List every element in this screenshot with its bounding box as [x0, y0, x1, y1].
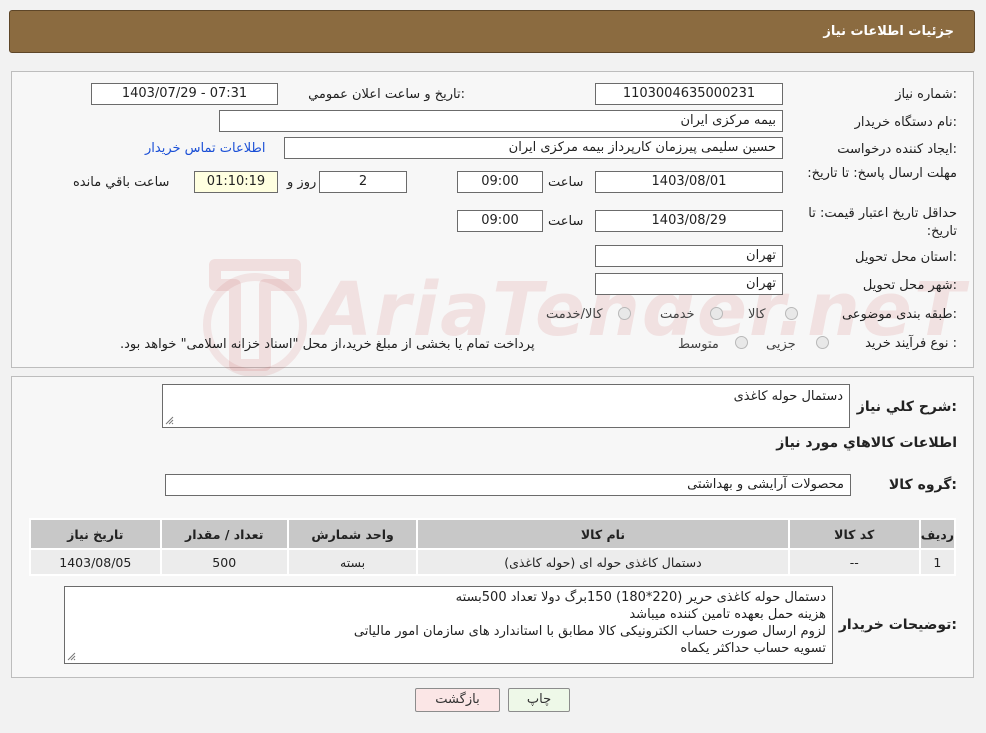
col-unit: واحد شمارش	[286, 518, 419, 550]
province-label: استان محل تحویل:	[855, 250, 957, 265]
reply-time-label: ساعت	[548, 175, 584, 190]
reply-date-field: 1403/08/01	[595, 171, 783, 193]
process-label: نوع فرآیند خرید :	[865, 336, 957, 351]
city-label: شهر محل تحویل:	[862, 278, 957, 293]
cell-name: دستمال کاغذی حوله ای (حوله کاغذی)	[416, 548, 790, 576]
resize-grip-icon[interactable]	[165, 416, 174, 425]
buyer-notes-label: توضیحات خریدار:	[838, 617, 957, 633]
city-field: تهران	[595, 273, 783, 295]
requester-label: ایجاد کننده درخواست:	[837, 142, 957, 157]
need-number-label: شماره نیاز:	[895, 87, 957, 102]
watermark-logo-icon	[203, 259, 307, 377]
validity-time-label: ساعت	[548, 214, 584, 229]
process-option-medium: متوسط	[678, 337, 719, 352]
table-row: 1 -- دستمال کاغذی حوله ای (حوله کاغذی) ب…	[29, 548, 957, 576]
category-option-goods-service: کالا/خدمت	[546, 307, 603, 322]
page-title: جزئیات اطلاعات نیاز	[823, 24, 954, 39]
col-date: تاریخ نیاز	[29, 518, 162, 550]
buyer-notes-textarea[interactable]: دستمال حوله کاغذی حریر (220*180) 150برگ …	[64, 586, 833, 664]
summary-text: دستمال حوله کاغذی	[733, 389, 843, 404]
back-button[interactable]: بازگشت	[415, 688, 500, 712]
goods-group-field: محصولات آرایشی و بهداشتی	[165, 474, 851, 496]
reply-days-label: روز و	[287, 175, 317, 190]
category-option-goods: کالا	[748, 307, 766, 322]
requester-field: حسین سلیمی پیرزمان کارپرداز بیمه مرکزی ا…	[284, 137, 783, 159]
process-option-minor: جزیی	[766, 337, 796, 352]
buyer-org-label: نام دستگاه خریدار:	[854, 115, 957, 130]
page-header: جزئیات اطلاعات نیاز	[9, 10, 975, 53]
reply-time-field: 09:00	[457, 171, 543, 193]
process-note: پرداخت تمام یا بخشی از مبلغ خرید،از محل …	[120, 337, 535, 352]
col-quantity: تعداد / مقدار	[159, 518, 289, 550]
print-button[interactable]: چاپ	[508, 688, 570, 712]
validity-date-field: 1403/08/29	[595, 210, 783, 232]
process-radio-medium[interactable]	[735, 336, 748, 349]
resize-grip-icon[interactable]	[67, 652, 76, 661]
goods-info-title: اطلاعات کالاهاي مورد نیاز	[776, 435, 957, 451]
validity-time-field: 09:00	[457, 210, 543, 232]
buyer-contact-link[interactable]: اطلاعات تماس خریدار	[145, 141, 265, 156]
buyer-org-field: بیمه مرکزی ایران	[219, 110, 783, 132]
process-radio-minor[interactable]	[816, 336, 829, 349]
cell-code: --	[787, 548, 921, 576]
table-header-row: ردیف کد کالا نام کالا واحد شمارش تعداد /…	[29, 518, 957, 550]
buyer-note-line: هزینه حمل بعهده تامین کننده میباشد	[629, 607, 826, 622]
summary-textarea[interactable]: دستمال حوله کاغذی	[162, 384, 850, 428]
cell-date: 1403/08/05	[29, 548, 162, 576]
col-row: ردیف	[918, 518, 957, 550]
reply-deadline-label: مهلت ارسال پاسخ: تا تاریخ:	[807, 166, 957, 181]
cell-quantity: 500	[159, 548, 289, 576]
category-label: طبقه بندی موضوعی:	[841, 307, 957, 322]
reply-remaining-label: ساعت باقي مانده	[73, 175, 170, 190]
category-radio-service[interactable]	[710, 307, 723, 320]
cell-unit: بسته	[286, 548, 419, 576]
buyer-note-line: دستمال حوله کاغذی حریر (220*180) 150برگ …	[455, 590, 826, 605]
buyer-note-line: لزوم ارسال صورت حساب الکترونیکی کالا مطا…	[353, 624, 826, 639]
announce-field: 1403/07/29 - 07:31	[91, 83, 278, 105]
buyer-note-line: تسویه حساب حداکثر یکماه	[680, 641, 826, 656]
category-option-service: خدمت	[660, 307, 695, 322]
price-validity-label: حداقل تاریخ اعتبار قیمت: تا تاریخ:	[808, 206, 957, 239]
goods-group-label: گروه کالا:	[888, 477, 957, 493]
category-radio-goods[interactable]	[785, 307, 798, 320]
summary-label: شرح کلي نیاز:	[856, 399, 957, 415]
reply-remaining-field: 01:10:19	[194, 171, 278, 193]
items-table: ردیف کد کالا نام کالا واحد شمارش تعداد /…	[29, 518, 957, 576]
reply-days-field: 2	[319, 171, 407, 193]
col-code: کد کالا	[787, 518, 921, 550]
category-radio-goods-service[interactable]	[618, 307, 631, 320]
need-number-field: 1103004635000231	[595, 83, 783, 105]
col-name: نام کالا	[416, 518, 790, 550]
cell-row: 1	[918, 548, 957, 576]
announce-label: تاریخ و ساعت اعلان عمومي:	[308, 87, 465, 102]
province-field: تهران	[595, 245, 783, 267]
